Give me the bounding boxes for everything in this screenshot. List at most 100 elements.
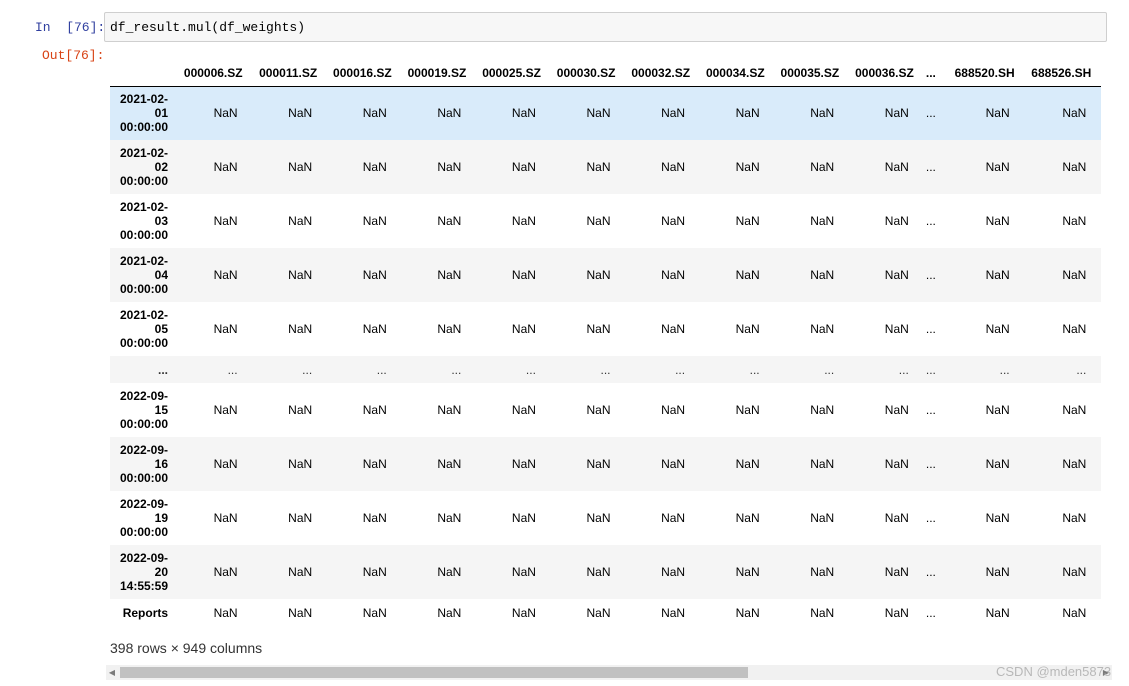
table-cell: NaN [213, 605, 238, 620]
table-cell: NaN [661, 106, 686, 121]
row-index: 2022-09- 19 00:00:00 [110, 491, 173, 545]
row-index-part: 02 [154, 160, 169, 174]
table-cell: NaN [985, 214, 1010, 228]
table-cell: NaN [362, 268, 387, 282]
column-header: 000034.SZ [695, 55, 770, 87]
row-index-part: 20 [154, 565, 169, 579]
column-header: 000016.SZ [322, 55, 397, 87]
row-index: 2021-02- 03 00:00:00 [110, 194, 173, 248]
row-index-part: 2021-02- [119, 254, 169, 268]
table-cell: NaN [362, 457, 387, 471]
table-cell: NaN [810, 605, 835, 620]
row-index-part: 2021-02- [119, 200, 169, 214]
table-cell: NaN [437, 403, 462, 417]
row-index-part: 2021-02- [119, 308, 169, 322]
table-cell: NaN [511, 457, 536, 471]
table-cell: NaN [511, 322, 536, 336]
table-cell: NaN [1062, 322, 1087, 336]
table-cell: N [1096, 302, 1101, 356]
table-cell: NaN [213, 403, 238, 417]
table-cell: NaN [1062, 403, 1087, 417]
table-cell: N [1096, 140, 1101, 194]
watermark: CSDN @mden5873 [996, 664, 1112, 679]
table-row: 2021-02- 03 00:00:00 NaN NaN NaN NaN NaN NaN NaN N… [110, 194, 1101, 248]
table-cell: ... [925, 403, 936, 417]
table-cell: N [1096, 437, 1101, 491]
table-cell: NaN [437, 565, 462, 579]
column-header: 000011.SZ [247, 55, 323, 87]
row-index-part: 2022-09- [119, 551, 169, 565]
table-cell: NaN [1062, 605, 1087, 620]
row-index-part: 19 [154, 511, 169, 525]
row-index-part: 16 [154, 457, 169, 471]
table-row: Reports NaN NaN NaN NaN NaN NaN NaN NaN NaN NaN...… [110, 599, 1101, 626]
table-cell: N [1096, 248, 1101, 302]
code-input-cell[interactable]: df_result.mul(df_weights) [104, 12, 1107, 42]
table-cell: NaN [586, 160, 611, 174]
row-index-part: 01 [154, 106, 169, 121]
table-cell: NaN [437, 214, 462, 228]
column-header: 000006.SZ [173, 55, 248, 87]
table-cell: NaN [511, 511, 536, 525]
table-cell: NaN [661, 160, 686, 174]
table-cell: NaN [437, 605, 462, 620]
horizontal-scrollbar[interactable]: ◀ ▶ [106, 665, 1112, 680]
row-index-part: 00:00:00 [119, 120, 169, 135]
table-cell: ... [925, 605, 936, 620]
table-cell: NaN [1062, 160, 1087, 174]
row-index-part: ... [158, 362, 169, 377]
scrollbar-thumb[interactable] [120, 667, 748, 678]
table-cell: NaN [362, 106, 387, 121]
table-cell: ... [925, 565, 936, 579]
table-row: 2022-09- 20 14:55:59 NaN NaN NaN NaN NaN NaN NaN N… [110, 545, 1101, 599]
table-cell: NaN [985, 605, 1010, 620]
table-cell: NaN [884, 322, 909, 336]
row-index: 2021-02- 05 00:00:00 [110, 302, 173, 356]
table-cell: NaN [288, 565, 313, 579]
table-cell: NaN [985, 511, 1010, 525]
row-index-part: 05 [154, 322, 169, 336]
scroll-left-icon[interactable]: ◀ [106, 665, 118, 680]
table-cell: NaN [985, 268, 1010, 282]
row-index-part: 14:55:59 [119, 579, 169, 593]
row-index: 2022-09- 20 14:55:59 [110, 545, 173, 599]
table-cell: ... [925, 214, 936, 228]
table-cell: NaN [1062, 106, 1087, 121]
row-index-part: 04 [154, 268, 169, 282]
table-cell: NaN [884, 106, 909, 121]
table-cell: NaN [985, 322, 1010, 336]
table-row: 2021-02- 01 00:00:00 NaN NaN NaN NaN NaN NaN NaN N… [110, 86, 1101, 140]
table-cell: NaN [884, 214, 909, 228]
table-cell: N [1096, 545, 1101, 599]
table-cell: NaN [735, 457, 760, 471]
table-cell: NaN [810, 214, 835, 228]
table-cell: NaN [985, 457, 1010, 471]
table-cell: NaN [735, 403, 760, 417]
table-cell: NaN [362, 605, 387, 620]
table-cell: NaN [586, 403, 611, 417]
row-index: 2021-02- 04 00:00:00 [110, 248, 173, 302]
table-cell: ... [600, 362, 611, 377]
column-header: 000025.SZ [471, 55, 546, 87]
column-header: 000019.SZ [396, 55, 472, 87]
table-cell: NaN [661, 214, 686, 228]
row-index-part: 00:00:00 [119, 282, 169, 296]
table-cell: ... [925, 362, 936, 377]
table-cell: NaN [586, 511, 611, 525]
table-cell [1096, 356, 1101, 383]
table-cell: ... [925, 106, 936, 121]
table-cell: NaN [586, 322, 611, 336]
row-index-part: 2021-02- [119, 92, 169, 107]
table-cell: NaN [437, 268, 462, 282]
row-index: 2021-02- 01 00:00:00 [110, 86, 173, 140]
table-cell: NaN [362, 511, 387, 525]
table-cell: ... [898, 362, 909, 377]
table-cell: NaN [810, 106, 835, 121]
table-cell: NaN [661, 511, 686, 525]
table-cell: NaN [884, 403, 909, 417]
column-header: 688568. [1096, 55, 1101, 87]
table-cell: NaN [985, 403, 1010, 417]
table-cell: NaN [288, 605, 313, 620]
table-cell: ... [302, 362, 313, 377]
table-cell: ... [227, 362, 238, 377]
